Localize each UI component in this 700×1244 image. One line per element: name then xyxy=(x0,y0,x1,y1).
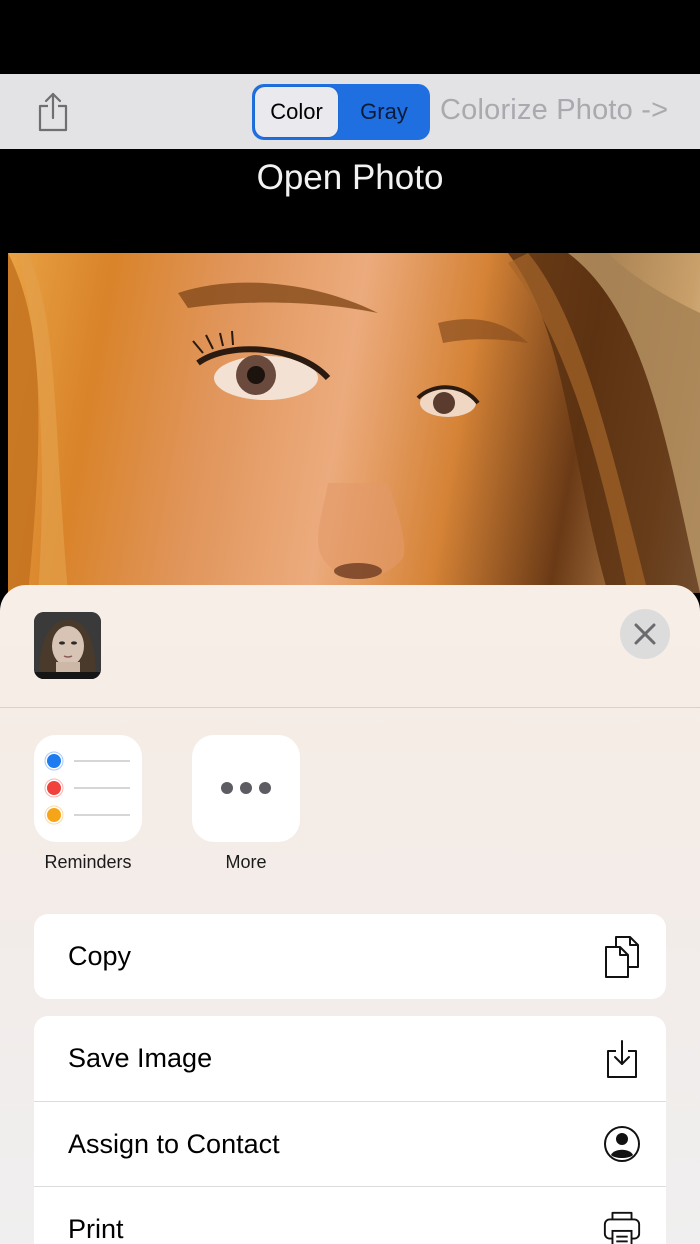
segment-gray[interactable]: Gray xyxy=(340,87,428,137)
print-action-label: Print xyxy=(68,1213,124,1244)
copy-action-label: Copy xyxy=(68,941,132,971)
assign-to-contact-action[interactable]: Assign to Contact xyxy=(34,1101,666,1186)
toolbar: Color Gray Colorize Photo -> xyxy=(0,74,700,149)
reminders-app-label: Reminders xyxy=(44,852,132,872)
close-icon xyxy=(634,623,656,645)
open-photo-button[interactable]: Open Photo xyxy=(257,158,444,198)
color-mode-segmented-control: Color Gray xyxy=(252,84,430,140)
more-apps-label: More xyxy=(225,852,267,872)
save-image-icon xyxy=(602,1036,642,1082)
close-button[interactable] xyxy=(620,609,670,659)
divider xyxy=(0,707,700,708)
reminders-icon xyxy=(44,751,130,825)
save-image-action-label: Save Image xyxy=(68,1043,213,1073)
print-action[interactable]: Print xyxy=(34,1186,666,1244)
photo-preview xyxy=(8,253,700,593)
reminders-app-button[interactable] xyxy=(34,735,142,842)
share-sheet: Reminders More Copy Save Image Assign to… xyxy=(0,585,700,1244)
shared-image-thumbnail xyxy=(34,612,101,679)
contact-icon xyxy=(602,1121,642,1167)
share-button[interactable] xyxy=(28,88,78,136)
assign-to-contact-action-label: Assign to Contact xyxy=(68,1128,280,1159)
action-group-main: Save Image Assign to Contact Print xyxy=(34,1016,666,1244)
colorize-photo-button[interactable]: Colorize Photo -> xyxy=(440,94,668,127)
open-photo-area[interactable]: Open Photo xyxy=(0,149,700,253)
action-group-copy: Copy xyxy=(34,914,666,999)
share-icon xyxy=(38,92,68,132)
copy-icon xyxy=(602,934,642,980)
save-image-action[interactable]: Save Image xyxy=(34,1016,666,1101)
more-apps-button[interactable] xyxy=(192,735,300,842)
more-icon xyxy=(221,782,271,794)
status-bar xyxy=(0,0,700,74)
copy-action[interactable]: Copy xyxy=(34,914,666,999)
print-icon xyxy=(602,1206,642,1244)
segment-color[interactable]: Color xyxy=(255,87,338,137)
